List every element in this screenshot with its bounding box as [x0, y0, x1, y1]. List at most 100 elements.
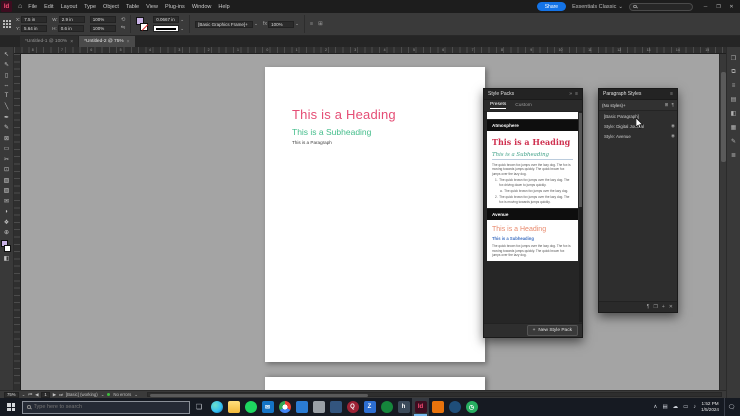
page-tool[interactable]: ▯	[1, 70, 12, 80]
pen-tool[interactable]: ✒	[1, 112, 12, 122]
start-button[interactable]	[0, 398, 22, 416]
menu-item[interactable]: Help	[218, 4, 229, 10]
taskbar-app-file-explorer[interactable]	[225, 398, 242, 416]
free-transform-tool[interactable]: ⊡	[1, 165, 12, 175]
y-position-field[interactable]: 5.64 in	[21, 25, 48, 32]
paragraph-styles-header[interactable]: Paragraph Styles ≡	[599, 89, 677, 100]
opacity-field[interactable]: 100%	[268, 20, 295, 28]
effects-icon[interactable]: fx	[263, 21, 267, 27]
stroke-weight-field[interactable]: 0.0667 in	[153, 16, 180, 23]
taskbar-app-green[interactable]	[378, 398, 395, 416]
pilcrow-icon[interactable]: ¶	[672, 102, 674, 108]
vertical-ruler[interactable]	[14, 54, 21, 390]
taskbar-app-gray[interactable]	[310, 398, 327, 416]
view-mode-button[interactable]: ◧	[1, 254, 12, 264]
onedrive-icon[interactable]: ☁	[673, 404, 679, 410]
style-pack-badge-icon[interactable]: ◉	[671, 133, 675, 139]
page-number-field[interactable]: 1	[41, 391, 50, 398]
panel-options-icon[interactable]: ≡	[310, 21, 313, 27]
toolbar-fill-stroke[interactable]	[1, 240, 12, 253]
links-panel-icon[interactable]: ≡	[732, 83, 736, 89]
taskbar-app-mail[interactable]: ✉	[259, 398, 276, 416]
horizontal-ruler[interactable]: 87654321012345678910111213141516	[14, 47, 726, 54]
hidden-icons-caret[interactable]: ∧	[653, 404, 657, 410]
style-override-icon[interactable]: ⊞	[665, 102, 669, 108]
volume-icon[interactable]: ♪	[693, 404, 696, 410]
document-paragraph-text[interactable]: This is a Paragraph	[292, 140, 332, 145]
menu-item[interactable]: Plug-ins	[165, 4, 185, 10]
selection-tool[interactable]: ↖	[1, 49, 12, 59]
pack-label-avenue[interactable]: Avenue	[487, 209, 578, 221]
direct-selection-tool[interactable]: ⇖	[1, 60, 12, 70]
preflight-profile[interactable]: [Basic] (working)	[66, 392, 98, 397]
new-style-pack-button[interactable]: + New Style Pack	[526, 325, 578, 336]
action-center-button[interactable]: 🗨	[724, 398, 738, 416]
restore-button[interactable]: ❐	[712, 2, 725, 12]
type-tool[interactable]: T	[1, 91, 12, 101]
effects-panel-icon[interactable]: ≣	[731, 152, 736, 159]
document-subheading-text[interactable]: This is a Subheading	[292, 127, 371, 137]
x-position-field[interactable]: 7.5 in	[21, 16, 48, 23]
tab-close-icon[interactable]: ×	[127, 39, 130, 45]
rectangle-tool[interactable]: ▭	[1, 144, 12, 154]
menu-item[interactable]: Edit	[44, 4, 53, 10]
fill-stroke-swatches[interactable]	[136, 17, 149, 31]
menu-item[interactable]: Window	[192, 4, 212, 10]
gradient-swatch-tool[interactable]: ▧	[1, 175, 12, 185]
current-style-row[interactable]: (No styles)+ ⊞ ¶	[599, 100, 677, 111]
gap-tool[interactable]: ⇔	[1, 81, 12, 91]
page-1[interactable]: This is a Heading This is a Subheading T…	[265, 67, 485, 362]
hand-tool[interactable]: ❖	[1, 217, 12, 227]
horizontal-scrollbar[interactable]	[146, 392, 722, 397]
taskbar-app-clock[interactable]: ◷	[463, 398, 480, 416]
menu-item[interactable]: Table	[126, 4, 139, 10]
chevron-down-icon[interactable]: ⌄	[180, 26, 184, 32]
task-view-button[interactable]: ❏	[190, 403, 208, 411]
style-pack-badge-icon[interactable]: ◉	[671, 123, 675, 129]
width-field[interactable]: 2.9 in	[58, 16, 85, 23]
partial-card[interactable]	[487, 112, 578, 119]
menu-item[interactable]: Layout	[61, 4, 78, 10]
home-icon[interactable]: ⌂	[18, 3, 22, 10]
tab-close-icon[interactable]: ×	[70, 39, 73, 45]
menu-item[interactable]: Type	[84, 4, 96, 10]
vertical-scrollbar[interactable]	[719, 54, 726, 390]
style-packs-header[interactable]: Style Packs » ≡	[484, 89, 582, 100]
collapse-panel-icon[interactable]: »	[569, 91, 572, 97]
first-page-button[interactable]: ⏮	[28, 392, 32, 397]
delete-style-icon[interactable]: ✕	[669, 304, 673, 310]
gradient-feather-tool[interactable]: ▨	[1, 186, 12, 196]
scissors-tool[interactable]: ✂	[1, 154, 12, 164]
menu-item[interactable]: File	[28, 4, 37, 10]
page-2[interactable]	[265, 377, 485, 390]
stroke-swatch[interactable]	[140, 23, 149, 31]
menu-item[interactable]: Object	[103, 4, 119, 10]
clear-overrides-icon[interactable]: ¶	[647, 304, 650, 310]
display-icon[interactable]: ▭	[683, 404, 688, 410]
chevron-down-icon[interactable]: ⌄	[295, 21, 299, 27]
panel-scrollbar[interactable]	[578, 113, 582, 322]
taskbar-app-edge[interactable]	[208, 398, 225, 416]
chevron-down-icon[interactable]: ⌄	[101, 392, 105, 398]
tab-custom[interactable]: Custom	[515, 103, 532, 108]
paragraph-style-item[interactable]: Style: Avenue ◉	[599, 131, 677, 141]
taskbar-app-z[interactable]: Z	[361, 398, 378, 416]
taskbar-app-blue-circle[interactable]	[446, 398, 463, 416]
app-search-input[interactable]	[629, 2, 693, 11]
pack-preview-avenue[interactable]: This is a Heading This is a Subheading T…	[487, 220, 578, 262]
taskbar-app-navy[interactable]	[327, 398, 344, 416]
rectangle-frame-tool[interactable]: ⊠	[1, 133, 12, 143]
tab-presets[interactable]: Presets	[490, 102, 507, 109]
pack-preview-atmosphere[interactable]: This is a Heading This is a Subheading T…	[487, 131, 578, 209]
menu-item[interactable]: View	[146, 4, 158, 10]
taskbar-app-indesign[interactable]: Id	[412, 398, 429, 416]
taskbar-search-input[interactable]	[33, 404, 185, 410]
flip-icon[interactable]: ⇋	[121, 25, 126, 31]
chevron-down-icon[interactable]: ⌄	[22, 392, 26, 398]
chevron-down-icon[interactable]: ⌄	[254, 21, 258, 27]
chevron-down-icon[interactable]: ⌄	[134, 392, 138, 398]
reference-point-proxy[interactable]	[3, 20, 11, 28]
stroke-type-dropdown[interactable]	[153, 25, 180, 32]
taskbar-app-chrome[interactable]	[276, 398, 293, 416]
last-page-button[interactable]: ⏭	[59, 392, 63, 397]
